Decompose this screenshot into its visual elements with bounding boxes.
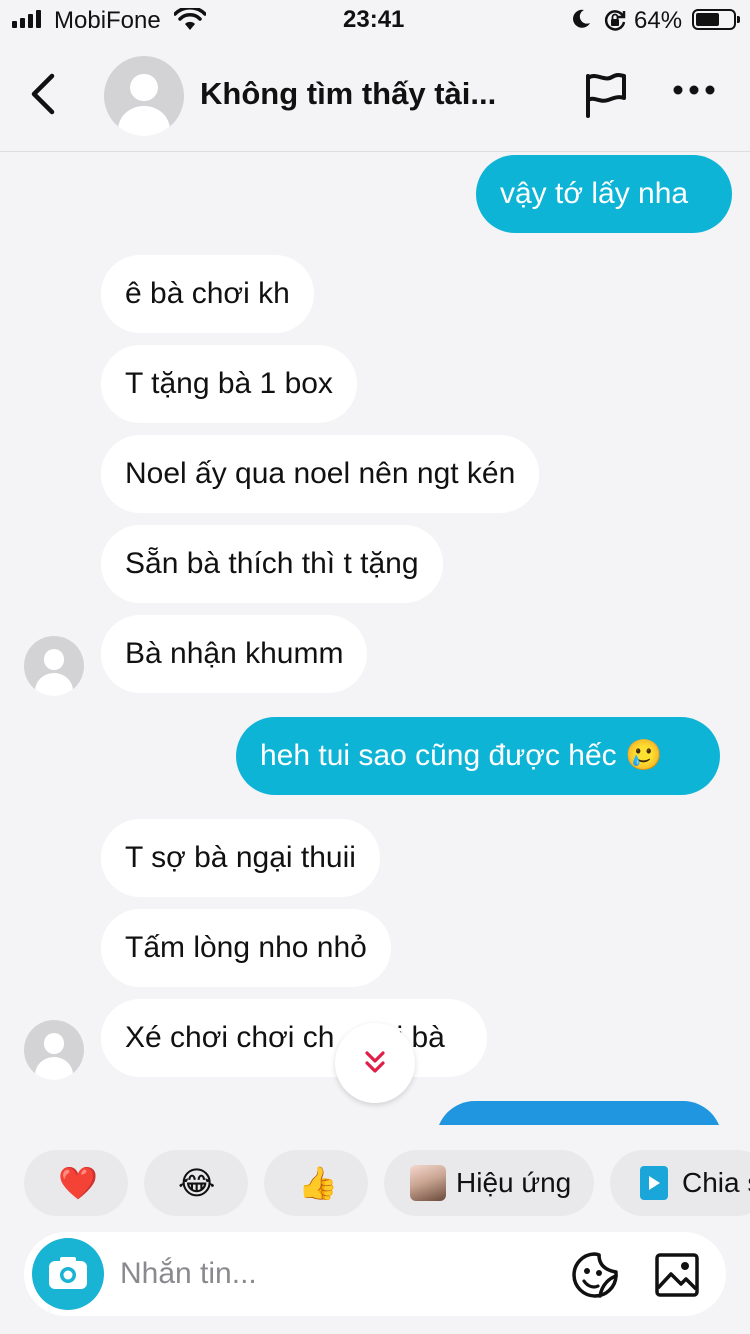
quick-reaction-heart[interactable]: ❤️ [24,1150,128,1216]
message-text: Xé chơi chơi ch [125,1021,335,1054]
message-bubble-incoming[interactable]: Xé chơi chơi ch i bà [101,999,487,1077]
message-text: Bà nhận khumm [125,637,344,670]
status-bar: MobiFone 23:41 64% [0,0,750,40]
moon-icon [573,9,590,28]
double-chevron-down-icon [365,1051,385,1073]
message-input[interactable] [120,1250,540,1298]
signal-icon [12,10,41,28]
back-arrow-icon[interactable] [24,70,64,118]
wifi-icon [174,8,206,30]
carrier-name: MobiFone [54,7,161,34]
flag-icon[interactable] [584,72,628,120]
clock: 23:41 [343,6,405,33]
message-list[interactable]: vậy tớ lấy nha ê bà chơi kh T tặng bà 1 … [0,153,750,1125]
battery-percent: 64% [634,7,683,34]
message-text: Tấm lòng nho nhỏ [125,931,367,964]
message-text: ê bà chơi kh [125,277,290,310]
sender-avatar[interactable] [24,636,84,696]
message-text: T sợ bà ngại thuii [125,841,356,874]
message-bubble-incoming[interactable]: ê bà chơi kh [101,255,314,333]
battery-icon [692,9,740,30]
camera-icon [49,1257,87,1289]
message-bubble-outgoing[interactable]: heh tui sao cũng được hếc 🥲 [236,717,720,795]
rotation-lock-icon [604,10,626,31]
play-share-icon [640,1166,668,1200]
contact-name[interactable]: Không tìm thấy tài... [200,76,496,112]
effect-thumbnail-icon [410,1165,446,1201]
contact-avatar[interactable] [104,56,184,136]
chat-header: Không tìm thấy tài... [0,40,750,152]
share-label: Chia s [682,1167,750,1198]
effects-label: Hiệu ứng [456,1167,572,1198]
message-bubble-incoming[interactable]: Tấm lòng nho nhỏ [101,909,391,987]
sender-avatar[interactable] [24,1020,84,1080]
message-bubble-incoming[interactable]: T tặng bà 1 box [101,345,357,423]
message-bubble-incoming[interactable]: Noel ấy qua noel nên ngt kén [101,435,540,513]
scroll-to-bottom-button[interactable] [335,1023,415,1103]
message-text: Noel ấy qua noel nên ngt kén [125,457,516,490]
effects-chip[interactable]: Hiệu ứng [384,1150,594,1216]
gallery-icon[interactable] [654,1252,700,1298]
message-bubble-outgoing-partial[interactable] [436,1101,722,1125]
thumbs-up-icon: 👍 [298,1165,338,1201]
message-text: vậy tớ lấy nha [500,177,689,210]
message-bubble-outgoing[interactable]: vậy tớ lấy nha [476,155,732,233]
message-text: Sẵn bà thích thì t tặng [125,547,419,580]
sticker-icon[interactable] [570,1250,620,1300]
camera-button[interactable] [32,1238,104,1310]
laughing-face-icon: 😂 [178,1165,216,1201]
more-options-icon[interactable] [672,84,716,96]
message-composer [24,1232,726,1316]
quick-reaction-thumbs-up[interactable]: 👍 [264,1150,368,1216]
quick-reaction-laugh[interactable]: 😂 [144,1150,248,1216]
message-bubble-incoming[interactable]: Sẵn bà thích thì t tặng [101,525,443,603]
quick-reaction-bar: ❤️ 😂 👍 Hiệu ứng Chia s [0,1150,750,1216]
message-text: heh tui sao cũng được hếc 🥲 [260,739,663,772]
message-bubble-incoming[interactable]: T sợ bà ngại thuii [101,819,380,897]
heart-icon: ❤️ [58,1165,98,1201]
message-text: T tặng bà 1 box [125,367,333,400]
message-bubble-incoming[interactable]: Bà nhận khumm [101,615,368,693]
share-chip[interactable]: Chia s [610,1150,750,1216]
